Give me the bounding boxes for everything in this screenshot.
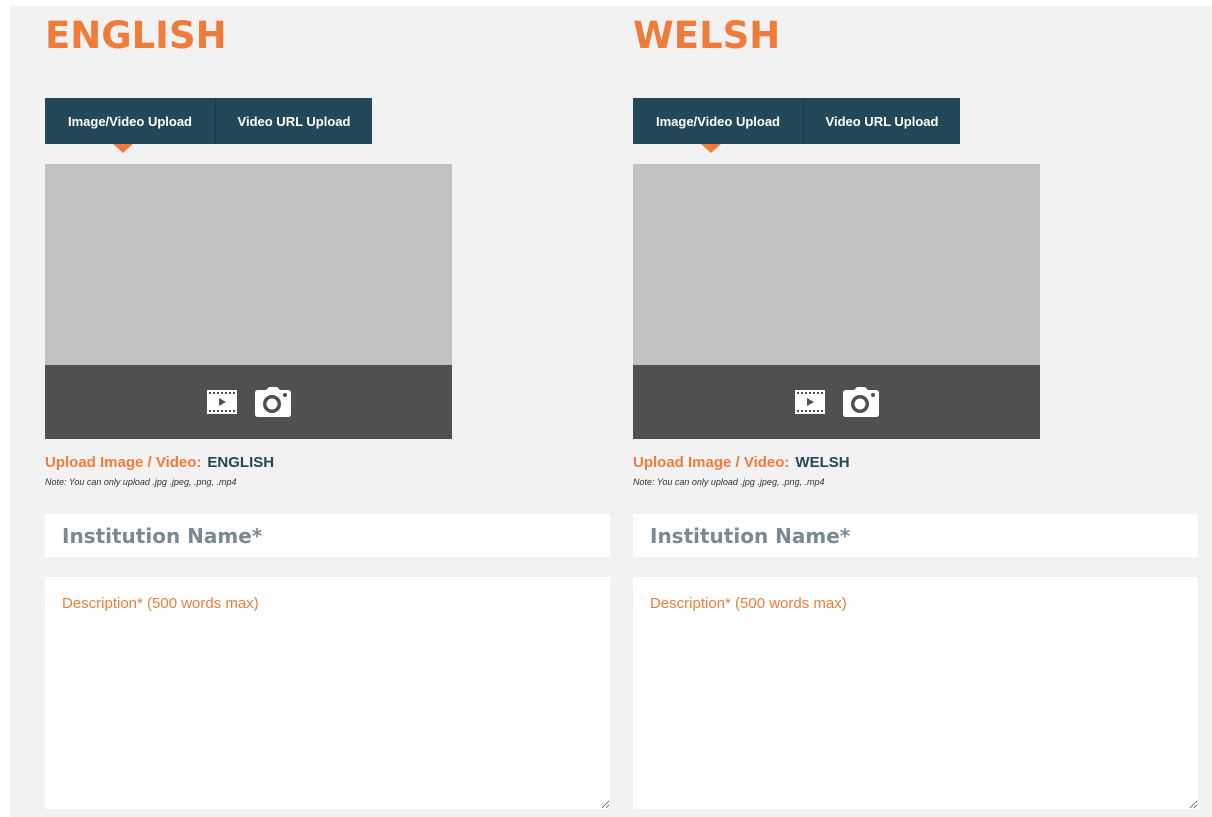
welsh-media-preview — [633, 164, 1040, 439]
welsh-upload-tabs: Image/Video Upload Video URL Upload — [633, 98, 960, 153]
upload-label: Upload Image / Video: ENGLISH — [45, 454, 274, 471]
upload-label-text: Upload Image / Video: — [633, 454, 790, 471]
tab-image-video-upload[interactable]: Image/Video Upload — [633, 98, 804, 153]
welsh-title: WELSH — [633, 14, 781, 57]
english-upload-tabs: Image/Video Upload Video URL Upload — [45, 98, 372, 153]
upload-language: ENGLISH — [207, 454, 275, 471]
tab-image-video-upload[interactable]: Image/Video Upload — [45, 98, 216, 153]
upload-label-text: Upload Image / Video: — [45, 454, 202, 471]
english-column: ENGLISH Image/Video Upload Video URL Upl… — [45, 6, 611, 817]
description-textarea[interactable] — [45, 577, 610, 809]
preview-area[interactable] — [633, 164, 1040, 365]
media-bar — [633, 365, 1040, 439]
camera-icon[interactable] — [842, 387, 879, 417]
welsh-column: WELSH Image/Video Upload Video URL Uploa… — [633, 6, 1199, 817]
film-icon[interactable] — [794, 390, 825, 414]
description-textarea[interactable] — [633, 577, 1198, 809]
upload-label: Upload Image / Video: WELSH — [633, 454, 850, 471]
english-media-preview — [45, 164, 452, 439]
upload-language: WELSH — [795, 454, 850, 471]
tab-video-url-upload[interactable]: Video URL Upload — [804, 98, 960, 144]
upload-form-panel: ENGLISH Image/Video Upload Video URL Upl… — [10, 6, 1212, 817]
upload-note: Note: You can only upload .jpg .jpeg, .p… — [633, 477, 825, 487]
media-bar — [45, 365, 452, 439]
institution-name-input[interactable] — [45, 514, 610, 557]
camera-icon[interactable] — [254, 387, 291, 417]
film-icon[interactable] — [206, 390, 237, 414]
upload-note: Note: You can only upload .jpg .jpeg, .p… — [45, 477, 237, 487]
institution-name-input[interactable] — [633, 514, 1198, 557]
english-title: ENGLISH — [45, 14, 227, 57]
preview-area[interactable] — [45, 164, 452, 365]
tab-video-url-upload[interactable]: Video URL Upload — [216, 98, 372, 144]
